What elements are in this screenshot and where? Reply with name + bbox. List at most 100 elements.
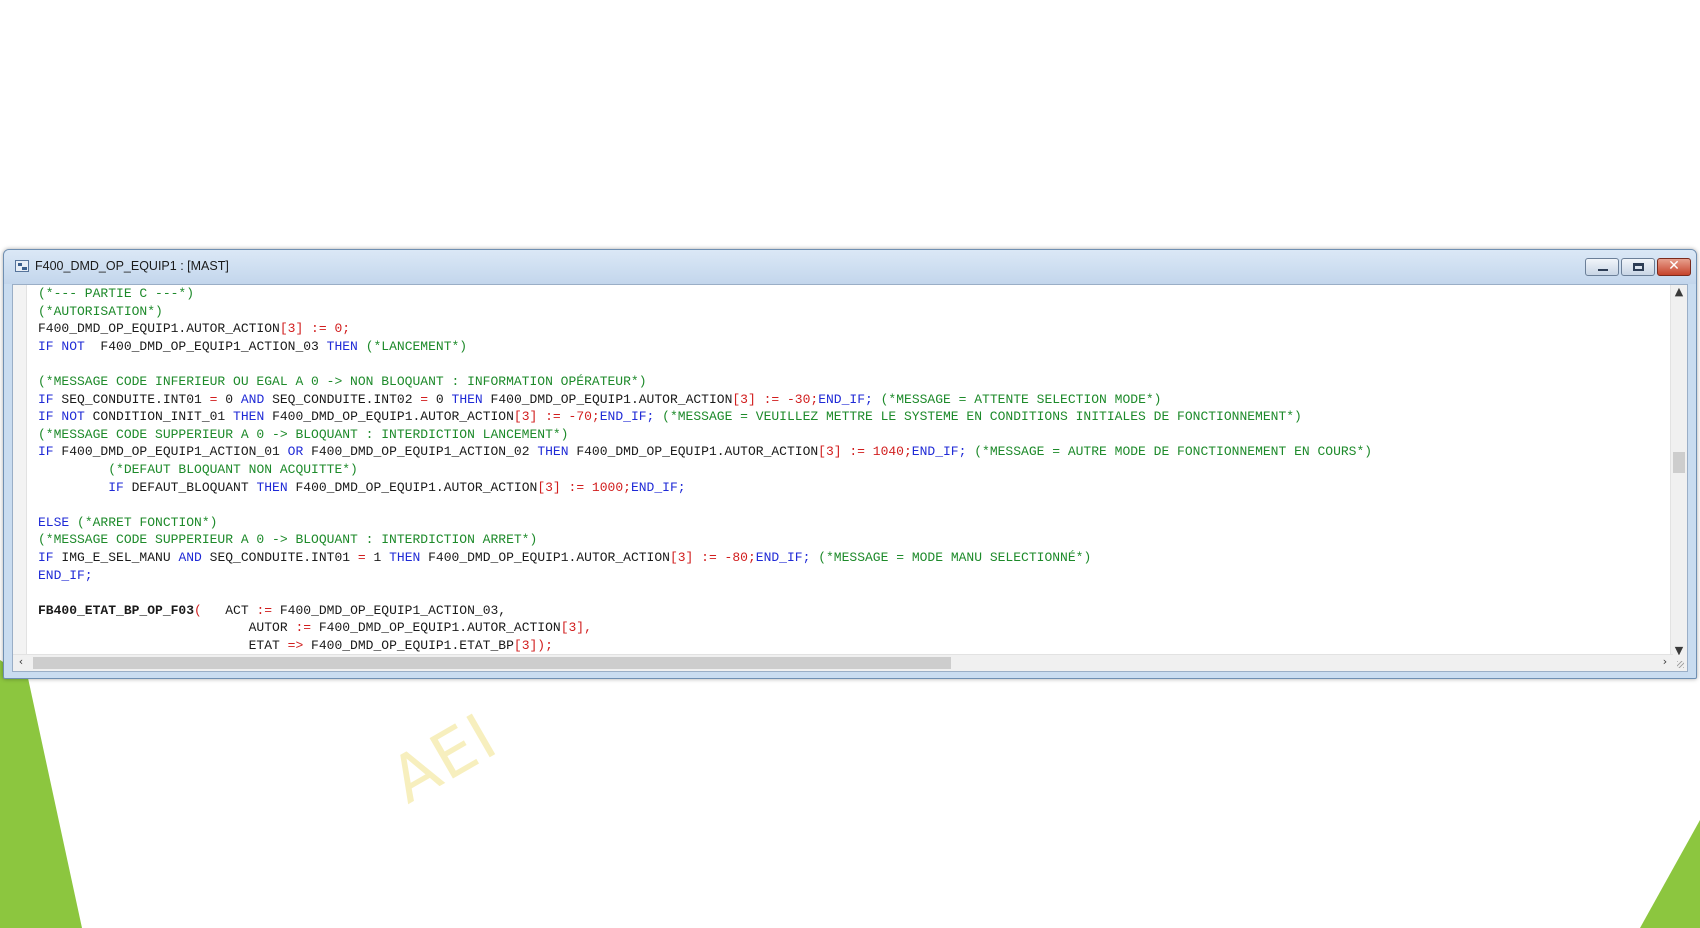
app-window-icon[interactable] [15, 260, 29, 272]
code-token: [3]); [513, 637, 553, 653]
code-token: END_IF; [38, 567, 93, 583]
code-line[interactable]: IF SEQ_CONDUITE.INT01 = 0 AND SEQ_CONDUI… [38, 391, 1673, 409]
code-token: [3] := -30; [732, 391, 819, 407]
code-line[interactable]: (*MESSAGE CODE INFERIEUR OU EGAL A 0 -> … [38, 373, 1673, 391]
code-line[interactable]: ETAT => F400_DMD_OP_EQUIP1.ETAT_BP[3]); [38, 637, 1673, 655]
code-line[interactable] [38, 584, 1673, 602]
code-line[interactable]: IF IMG_E_SEL_MANU AND SEQ_CONDUITE.INT01… [38, 549, 1673, 567]
code-token: SEQ_CONDUITE.INT01 [201, 549, 358, 565]
code-token: = [357, 549, 366, 565]
code-token: (*MESSAGE = VEUILLEZ METTRE LE SYSTEME E… [662, 409, 1302, 425]
code-token: => [287, 637, 304, 653]
code-token: (*ARRET FONCTION*) [77, 514, 218, 530]
code-token: F400_DMD_OP_EQUIP1_ACTION_01 [53, 444, 288, 460]
resize-grip[interactable] [1671, 655, 1687, 671]
code-line[interactable]: IF F400_DMD_OP_EQUIP1_ACTION_01 OR F400_… [38, 443, 1673, 461]
code-token: F400_DMD_OP_EQUIP1.AUTOR_ACTION [38, 321, 280, 337]
code-token: F400_DMD_OP_EQUIP1.AUTOR_ACTION [482, 391, 733, 407]
code-token: (*--- PARTIE C ---*) [38, 286, 195, 301]
code-token: (*AUTORISATION*) [38, 303, 163, 319]
code-token: ELSE [38, 514, 70, 530]
code-line[interactable]: (*AUTORISATION*) [38, 303, 1673, 321]
code-token: AND [178, 549, 202, 565]
code-token: = [420, 391, 429, 407]
watermark: AEI [378, 699, 511, 819]
code-area[interactable]: (*--- PARTIE C ---*) (*AUTORISATION*) F400… [38, 285, 1673, 657]
vertical-scroll-thumb[interactable] [1673, 452, 1685, 473]
code-editor[interactable]: (*--- PARTIE C ---*) (*AUTORISATION*) F400… [12, 284, 1688, 672]
code-token: AND [240, 391, 265, 407]
code-line[interactable]: ELSE (*ARRET FONCTION*) [38, 514, 1673, 532]
window-titlebar[interactable]: F400_DMD_OP_EQUIP1 : [MAST] ✕ [4, 250, 1696, 284]
code-line[interactable]: IF NOT F400_DMD_OP_EQUIP1_ACTION_03 THEN… [38, 338, 1673, 356]
code-token: SEQ_CONDUITE.INT01 [53, 391, 210, 407]
code-token: [3] := 1040; [818, 444, 912, 460]
code-line[interactable]: IF NOT CONDITION_INIT_01 THEN F400_DMD_O… [38, 408, 1673, 426]
code-line[interactable]: FB400_ETAT_BP_OP_F03( ACT := F400_DMD_OP… [38, 602, 1673, 620]
code-token: [3] := -80; [669, 549, 756, 565]
code-token: := [256, 602, 273, 618]
code-token: CONDITION_INIT_01 [84, 409, 234, 425]
code-token: END_IF; [599, 409, 655, 425]
vertical-scrollbar[interactable]: ▲ ▼ [1670, 285, 1687, 657]
horizontal-scrollbar[interactable]: ‹ › [13, 654, 1673, 671]
code-token: IF [38, 444, 54, 460]
code-token: F400_DMD_OP_EQUIP1.AUTOR_ACTION [568, 444, 819, 460]
code-token: F400_DMD_OP_EQUIP1.ETAT_BP [303, 637, 514, 653]
code-token: (*MESSAGE CODE SUPPERIEUR A 0 -> BLOQUAN… [38, 426, 569, 442]
code-token: F400_DMD_OP_EQUIP1.AUTOR_ACTION [311, 620, 561, 636]
horizontal-scroll-thumb[interactable] [33, 657, 951, 669]
code-token: THEN [326, 338, 358, 354]
code-token: (*MESSAGE = MODE MANU SELECTIONNÉ*) [818, 549, 1092, 565]
code-line[interactable]: (*--- PARTIE C ---*) [38, 285, 1673, 303]
code-token: OR [287, 444, 304, 460]
code-token: [3] := -70; [513, 409, 600, 425]
code-line[interactable] [38, 496, 1673, 514]
green-triangle-left [0, 660, 82, 928]
code-token: (*LANCEMENT*) [365, 338, 468, 354]
maximize-button[interactable] [1621, 258, 1655, 276]
code-token: THEN [256, 479, 288, 495]
code-token: (*MESSAGE CODE SUPPERIEUR A 0 -> BLOQUAN… [38, 532, 538, 548]
code-token: F400_DMD_OP_EQUIP1_ACTION_03 [84, 338, 327, 354]
scroll-left-arrow-icon[interactable]: ‹ [13, 655, 29, 668]
code-token: END_IF; [911, 444, 967, 460]
close-button[interactable]: ✕ [1657, 258, 1691, 276]
code-line[interactable]: IF DEFAUT_BLOQUANT THEN F400_DMD_OP_EQUI… [38, 479, 1673, 497]
code-line[interactable]: F400_DMD_OP_EQUIP1.AUTOR_ACTION[3] := 0; [38, 320, 1673, 338]
code-token: END_IF; [630, 479, 686, 495]
code-line[interactable]: AUTOR := F400_DMD_OP_EQUIP1.AUTOR_ACTION… [38, 619, 1673, 637]
code-token: F400_DMD_OP_EQUIP1.AUTOR_ACTION [287, 479, 538, 495]
code-token: THEN [389, 549, 421, 565]
window-title: F400_DMD_OP_EQUIP1 : [MAST] [35, 259, 229, 273]
code-token: 0 [428, 391, 452, 407]
scroll-up-arrow-icon[interactable]: ▲ [1671, 285, 1687, 298]
code-line[interactable]: (*MESSAGE CODE SUPPERIEUR A 0 -> BLOQUAN… [38, 531, 1673, 549]
code-token: IF NOT [38, 409, 85, 425]
code-token: THEN [233, 409, 265, 425]
code-line[interactable]: (*DEFAUT BLOQUANT NON ACQUITTE*) [38, 461, 1673, 479]
code-token: ACT [201, 602, 257, 618]
minimize-button[interactable] [1585, 258, 1619, 276]
code-token: [3] := 0; [279, 321, 351, 337]
code-line[interactable] [38, 355, 1673, 373]
code-token: 1 [365, 549, 390, 565]
code-token: FB400_ETAT_BP_OP_F03 [38, 602, 195, 618]
code-token: THEN [537, 444, 569, 460]
code-token: F400_DMD_OP_EQUIP1_ACTION_02 [303, 444, 538, 460]
code-line[interactable]: END_IF; [38, 567, 1673, 585]
code-token: F400_DMD_OP_EQUIP1_ACTION_03, [272, 602, 507, 618]
minimize-icon [1598, 269, 1608, 271]
code-token: THEN [451, 391, 483, 407]
code-token: (*MESSAGE CODE INFERIEUR OU EGAL A 0 -> … [38, 373, 647, 389]
code-token: DEFAUT_BLOQUANT [123, 479, 257, 495]
code-token: SEQ_CONDUITE.INT02 [264, 391, 421, 407]
code-token: F400_DMD_OP_EQUIP1.AUTOR_ACTION [420, 549, 670, 565]
code-line[interactable]: (*MESSAGE CODE SUPPERIEUR A 0 -> BLOQUAN… [38, 426, 1673, 444]
